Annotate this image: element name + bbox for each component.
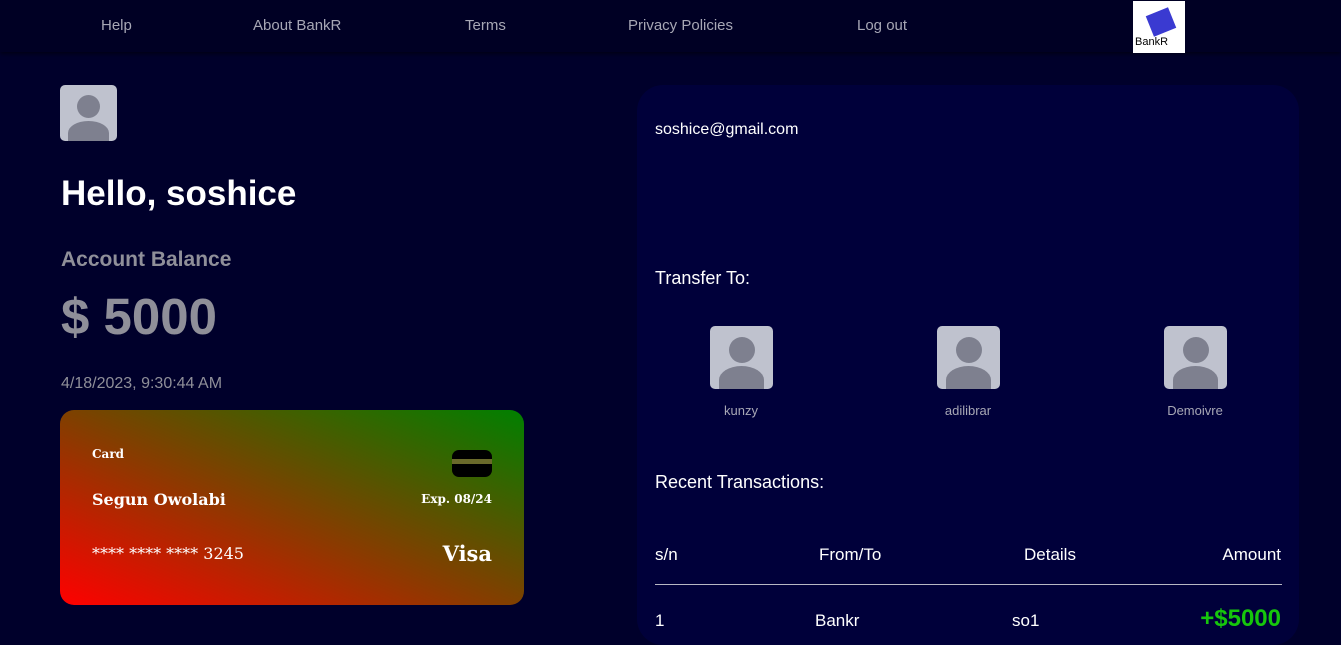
account-balance-label: Account Balance xyxy=(61,248,232,271)
user-email: soshice@gmail.com xyxy=(655,121,799,138)
column-header-amount: Amount xyxy=(1222,545,1281,564)
nav-about-link[interactable]: About BankR xyxy=(253,17,341,34)
row-party: Bankr xyxy=(815,611,860,630)
row-sn: 1 xyxy=(655,611,665,630)
current-datetime: 4/18/2023, 9:30:44 AM xyxy=(61,375,223,392)
account-balance-value: $ 5000 xyxy=(61,288,217,345)
nav-terms-link[interactable]: Terms xyxy=(465,17,506,34)
contact-avatar-icon xyxy=(710,326,773,389)
user-avatar[interactable] xyxy=(60,85,117,141)
bank-card: Card Segun Owolabi Exp. 08/24 **** **** … xyxy=(60,410,524,605)
avatar-head-icon xyxy=(77,95,100,118)
column-header-sn: s/n xyxy=(655,545,678,564)
greeting-heading: Hello, soshice xyxy=(61,174,297,213)
table-divider xyxy=(655,584,1282,585)
logo-card-icon xyxy=(1145,7,1177,37)
avatar-body-icon xyxy=(68,121,109,141)
contact-demoivre[interactable]: Demoivre xyxy=(1140,326,1250,418)
bankr-logo[interactable]: BankR xyxy=(1133,1,1185,53)
row-amount: +$5000 xyxy=(1200,605,1281,632)
card-number: **** **** **** 3245 xyxy=(92,544,244,563)
contact-avatar-icon xyxy=(937,326,1000,389)
card-holder-name: Segun Owolabi xyxy=(92,490,226,509)
nav-logout-link[interactable]: Log out xyxy=(857,17,907,34)
contact-kunzy[interactable]: kunzy xyxy=(686,326,796,418)
contact-name: kunzy xyxy=(724,403,758,418)
card-label: Card xyxy=(92,447,125,461)
top-navbar: Help About BankR Terms Privacy Policies … xyxy=(0,0,1341,53)
contact-name: Demoivre xyxy=(1167,403,1223,418)
contact-adilibrar[interactable]: adilibrar xyxy=(913,326,1023,418)
recent-transactions-title: Recent Transactions: xyxy=(655,472,825,492)
nav-help-link[interactable]: Help xyxy=(101,17,132,34)
column-header-details: Details xyxy=(1024,545,1076,564)
card-expiry: Exp. 08/24 xyxy=(421,492,492,506)
card-icon xyxy=(452,450,492,477)
logo-text: BankR xyxy=(1135,36,1169,48)
account-panel: soshice@gmail.com Transfer To: kunzy adi… xyxy=(637,85,1299,645)
transfer-title: Transfer To: xyxy=(655,268,751,288)
card-brand: Visa xyxy=(442,541,492,566)
row-details: so1 xyxy=(1012,611,1040,630)
nav-privacy-link[interactable]: Privacy Policies xyxy=(628,17,733,34)
contact-avatar-icon xyxy=(1164,326,1227,389)
column-header-from-to: From/To xyxy=(819,545,882,564)
contact-name: adilibrar xyxy=(944,403,992,418)
